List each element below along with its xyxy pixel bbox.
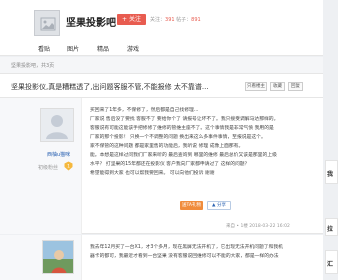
forum-logo[interactable] bbox=[34, 10, 60, 36]
avatar[interactable] bbox=[40, 108, 74, 142]
post-line: 水平？ 打坚果的15年都还在投影仪 客户我向厂家都申请过了 这样的问题？ bbox=[90, 162, 250, 167]
forum-stats: 关注：391 帖子：891 bbox=[150, 16, 201, 23]
post-author-panel bbox=[0, 235, 82, 280]
gift-button[interactable]: 送TA礼物 bbox=[180, 201, 203, 210]
tab-games[interactable]: 游戏 bbox=[127, 44, 139, 53]
post-line: 我去年12月买了一台X1，才3个多月，现在黑屏无法开机了，它出现无法开机问题了和… bbox=[90, 245, 283, 250]
only-op-button[interactable]: 只看楼主 bbox=[245, 82, 267, 91]
post-count: 891 bbox=[191, 17, 201, 23]
post-line: 家不保管的这种问题 都是家里售的功能后，我听说 修理 成像上面那有。 bbox=[90, 144, 244, 149]
post-content: 买回来了1年多，不保修了，然后都是自己找修理... 厂家说 售后没了要找 客服不… bbox=[90, 106, 320, 178]
post-line: 买回来了1年多，不保修了，然后都是自己找修理... bbox=[90, 108, 199, 113]
post-floor-1: 西柚u猫咪 初级粉丝 1 买回来了1年多，不保修了，然后都是自己找修理... 厂… bbox=[0, 98, 323, 234]
level-badge-icon: 1 bbox=[64, 161, 73, 171]
right-sidebar bbox=[324, 0, 338, 280]
share-button[interactable]: ▲ 分享 bbox=[207, 201, 231, 210]
forum-tabs: 看贴 图片 精品 游戏 bbox=[0, 42, 323, 56]
tab-posts[interactable]: 看贴 bbox=[38, 44, 50, 53]
sidebar-box-title: 拉 bbox=[327, 226, 334, 233]
post-line: 能。本想是这样过问我们厂家来听的 最后查询到 哪里的维修 最后总价又该是那里的上… bbox=[90, 153, 277, 158]
info-strip-text: 坚果投影吧，共3页 bbox=[11, 63, 55, 69]
stats-post-label: 帖子： bbox=[174, 17, 192, 23]
author-username[interactable]: 西柚u猫咪 bbox=[47, 151, 70, 158]
post-line: 器卡的都可，我最近才看到一台坚果 没有客服说回维修可以不能的大家，都是一样的办法 bbox=[90, 254, 279, 259]
post-floor-2: 我去年12月买了一台X1，才3个多月，现在黑屏无法开机了，它出现无法开机问题了和… bbox=[0, 235, 323, 280]
post-line: 厂家的那个投影！ 只换一个不调整的问题 换出来这么多事件事情，至报说是这个。 bbox=[90, 135, 266, 140]
post-author-panel: 西柚u猫咪 初级粉丝 1 bbox=[0, 98, 82, 234]
favorite-button[interactable]: 收藏 bbox=[270, 82, 285, 91]
forum-header: 坚果投影吧 + 关注 关注：391 帖子：891 bbox=[0, 0, 323, 46]
thread-title-bar: 坚果投影仪,真是糟糕透了,出问题客服不管,不能报修 太不靠谱... 只看楼主 收… bbox=[0, 74, 323, 98]
sidebar-box: 汇 bbox=[325, 250, 338, 274]
post-meta: 来自 • 1楼 2018-03-22 16:02 bbox=[226, 224, 290, 229]
author-level-label: 初级粉丝 bbox=[38, 165, 59, 171]
image-placeholder-icon bbox=[40, 17, 56, 31]
sidebar-box-title: 汇 bbox=[327, 261, 334, 268]
thread-title: 坚果投影仪,真是糟糕透了,出问题客服不管,不能报修 太不靠谱... bbox=[11, 83, 209, 91]
tab-featured[interactable]: 精品 bbox=[97, 44, 109, 53]
sidebar-box-title: 我 bbox=[327, 171, 334, 178]
avatar[interactable] bbox=[42, 240, 74, 274]
user-photo-avatar-icon bbox=[43, 241, 73, 273]
post-line: 客服说有可能这能该手把修修了维修的管维主座不了。这个事情我是非常气愤 我用的是 bbox=[90, 126, 274, 131]
post-line: 厂家说 售后没了要找 客服不了 要给你个了 请报号让坏不了。我只接受调解马达那样… bbox=[90, 117, 279, 122]
post-line: 希望能得到大家 也可以帮我要回来。 可以向他们投诉 谢谢 bbox=[90, 171, 215, 176]
tab-images[interactable]: 图片 bbox=[67, 44, 79, 53]
follow-count: 391 bbox=[165, 17, 175, 23]
info-strip: 坚果投影吧，共3页 bbox=[0, 57, 323, 74]
forum-name[interactable]: 坚果投影吧 bbox=[66, 14, 116, 29]
level-number: 1 bbox=[67, 164, 70, 170]
stats-follow-label: 关注： bbox=[150, 17, 166, 23]
reply-button[interactable]: 回复 bbox=[288, 82, 303, 91]
sidebar-box: 拉 bbox=[325, 218, 338, 236]
post-content: 我去年12月买了一台X1，才3个多月，现在黑屏无法开机了，它出现无法开机问题了和… bbox=[90, 243, 320, 261]
sidebar-box: 我 bbox=[325, 160, 338, 184]
default-avatar-icon bbox=[41, 109, 73, 141]
follow-button[interactable]: + 关注 bbox=[117, 14, 146, 25]
